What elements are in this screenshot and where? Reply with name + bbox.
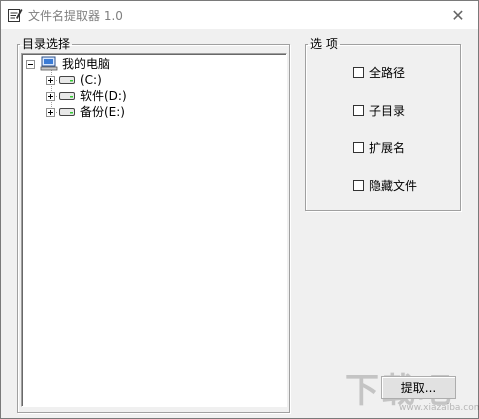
checkbox-label: 扩展名	[369, 141, 406, 155]
drive-icon	[59, 76, 75, 84]
drive-icon	[59, 108, 75, 116]
expand-icon[interactable]	[46, 108, 55, 117]
tree-node-label: 备份(E:)	[80, 105, 125, 119]
tree-node-label: 软件(D:)	[80, 89, 127, 103]
checkbox-label: 全路径	[369, 66, 406, 80]
tree-node-drive[interactable]: 软件(D:)	[22, 88, 222, 104]
tree-node-drive[interactable]: (C:)	[22, 72, 222, 88]
directory-tree[interactable]: 我的电脑 (C:) 软件(D:) 备份(E:)	[21, 53, 287, 407]
app-window: 文件名提取器 1.0 ✕ 目录选择 我的电脑 (C:) 软件(D:) 备份(E:…	[0, 0, 479, 419]
checkbox-box[interactable]	[353, 67, 364, 78]
tree-node-root[interactable]: 我的电脑	[22, 56, 222, 72]
window-title: 文件名提取器 1.0	[28, 9, 123, 23]
close-button[interactable]: ✕	[438, 1, 478, 29]
drive-icon	[59, 92, 75, 100]
collapse-icon[interactable]	[26, 60, 35, 69]
checkbox-box[interactable]	[353, 180, 364, 191]
tree-node-label: (C:)	[80, 73, 102, 87]
expand-icon[interactable]	[46, 76, 55, 85]
watermark-url: www.xiazaiba.com	[399, 403, 479, 413]
checkbox-label: 子目录	[369, 104, 406, 118]
options-group-legend: 选 项	[310, 37, 338, 51]
checkbox-box[interactable]	[353, 105, 364, 116]
checkbox-box[interactable]	[353, 142, 364, 153]
tree-node-label: 我的电脑	[62, 57, 111, 71]
notepad-pen-icon	[8, 9, 23, 22]
expand-icon[interactable]	[46, 92, 55, 101]
extract-button[interactable]: 提取...	[381, 376, 456, 399]
directory-group-legend: 目录选择	[22, 37, 71, 51]
checkbox-label: 隐藏文件	[369, 179, 418, 193]
title-bar: 文件名提取器 1.0 ✕	[1, 1, 478, 29]
computer-icon	[40, 56, 58, 71]
close-icon: ✕	[451, 5, 465, 25]
tree-node-drive[interactable]: 备份(E:)	[22, 104, 222, 120]
